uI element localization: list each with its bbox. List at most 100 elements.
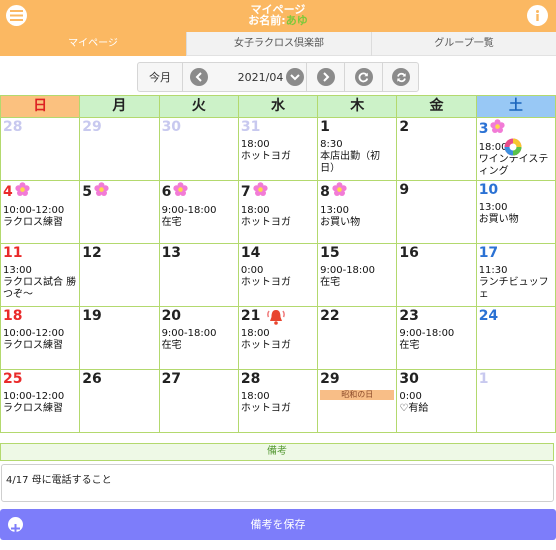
day-number-text: 30: [161, 119, 182, 135]
calendar-day-cell[interactable]: 20 9:00-18:00 在宅: [158, 306, 239, 370]
day-number: 8: [320, 182, 394, 202]
event-title: ホットヨガ: [240, 151, 291, 162]
calendar-day-cell[interactable]: 19: [79, 306, 160, 370]
chevron-down-icon: [286, 68, 304, 86]
calendar-event[interactable]: 8:30 本店出勤（初日）: [320, 139, 394, 175]
day-number-text: 13: [161, 245, 182, 261]
calendar-day-cell[interactable]: 4 10:00-12:00 ラクロス練習: [0, 180, 81, 244]
event-time: 8:30: [320, 139, 343, 150]
calendar-day-cell[interactable]: 18 10:00-12:00 ラクロス練習: [0, 306, 81, 370]
reload-button[interactable]: [382, 63, 419, 91]
calendar-day-cell[interactable]: 9: [396, 180, 477, 244]
prev-month-button[interactable]: [182, 63, 215, 91]
refresh-button[interactable]: [344, 63, 382, 91]
calendar-day-cell[interactable]: 2: [396, 117, 477, 181]
day-number-text: 10: [478, 182, 499, 198]
calendar-event[interactable]: 9:00-18:00 在宅: [320, 265, 394, 289]
calendar-day-cell[interactable]: 25 10:00-12:00 ラクロス練習: [0, 369, 81, 433]
calendar-day-cell[interactable]: 15 9:00-18:00 在宅: [317, 243, 398, 307]
event-title: ラクロス試合 勝つぞ〜: [3, 277, 77, 300]
calendar-day-cell[interactable]: 21 18:00 ホットヨガ: [237, 306, 319, 370]
day-number-text: 31: [240, 119, 261, 135]
month-dropdown-toggle[interactable]: [284, 63, 306, 91]
calendar-day-cell[interactable]: 8 13:00 お買い物: [317, 180, 398, 244]
calendar-event[interactable]: 13:00 お買い物: [479, 202, 553, 226]
event-title: 在宅: [161, 217, 182, 228]
this-month-button[interactable]: 今月: [138, 63, 182, 91]
plus-icon: [8, 517, 23, 533]
calendar-day-cell[interactable]: 16: [396, 243, 477, 307]
day-number: 3: [479, 119, 553, 139]
tab-bar: マイページ 女子ラクロス倶楽部 グループ一覧: [0, 32, 556, 56]
day-number-text: 21: [240, 308, 261, 324]
calendar-day-cell[interactable]: 1 8:30 本店出勤（初日）: [317, 117, 398, 181]
calendar-day-cell[interactable]: 17 11:30 ランチビュッフェ: [475, 243, 556, 307]
calendar-event[interactable]: 18:00 ホットヨガ: [241, 205, 315, 229]
calendar-day-cell[interactable]: 1: [475, 369, 556, 433]
calendar-day-cell[interactable]: 28 18:00 ホットヨガ: [237, 369, 319, 433]
calendar-event[interactable]: 10:00-12:00 ラクロス練習: [3, 391, 77, 415]
event-title: 在宅: [320, 277, 341, 288]
day-number-text: 30: [399, 371, 419, 387]
day-number-text: 16: [399, 245, 419, 261]
calendar-day-cell[interactable]: 31 18:00 ホットヨガ: [237, 117, 319, 181]
day-number-text: 6: [161, 183, 172, 200]
calendar-event[interactable]: 0:00 ♡有給: [399, 391, 473, 415]
day-number: 13: [162, 245, 236, 262]
calendar-event[interactable]: 13:00 ラクロス試合 勝つぞ〜: [3, 265, 77, 301]
calendar-day-cell[interactable]: 30: [158, 117, 239, 181]
calendar-event[interactable]: 13:00 お買い物: [320, 205, 394, 229]
tab-club[interactable]: 女子ラクロス倶楽部: [186, 32, 371, 56]
calendar-day-cell[interactable]: 10 13:00 お買い物: [475, 180, 556, 244]
calendar-event[interactable]: 0:00 ホットヨガ: [241, 265, 315, 289]
calendar-day-cell[interactable]: 30 0:00 ♡有給: [396, 369, 477, 433]
calendar-day-cell[interactable]: 13: [158, 243, 239, 307]
day-number: 12: [82, 245, 156, 262]
weekday-fri: 金: [396, 95, 477, 118]
calendar-event[interactable]: 10:00-12:00 ラクロス練習: [3, 205, 77, 229]
calendar-day-cell[interactable]: 11 13:00 ラクロス試合 勝つぞ〜: [0, 243, 81, 307]
event-title: ホットヨガ: [240, 217, 291, 228]
calendar-event[interactable]: 18:00 ホットヨガ: [241, 139, 315, 163]
calendar-day-cell[interactable]: 12: [79, 243, 160, 307]
event-title: 在宅: [161, 340, 182, 351]
day-number-text: 27: [161, 371, 182, 387]
calendar-event[interactable]: 10:00-12:00 ラクロス練習: [3, 328, 77, 352]
calendar-week-row: 28 29 30 31 18:00 ホットヨガ 1 8:30 本店出勤（初日） 2 3 18:00 ワイ…: [0, 117, 556, 181]
calendar-event[interactable]: 9:00-18:00 在宅: [399, 328, 473, 352]
calendar-day-cell[interactable]: 29: [79, 117, 160, 181]
calendar-day-cell[interactable]: 22: [317, 306, 398, 370]
calendar-day-cell[interactable]: 23 9:00-18:00 在宅: [396, 306, 477, 370]
calendar-day-cell[interactable]: 7 18:00 ホットヨガ: [237, 180, 319, 244]
next-month-button[interactable]: [306, 63, 344, 91]
event-title: ラクロス練習: [3, 340, 63, 351]
save-remarks-button[interactable]: 備考を保存: [0, 509, 556, 540]
day-number: 18: [3, 308, 77, 325]
calendar-day-cell[interactable]: 6 9:00-18:00 在宅: [158, 180, 239, 244]
calendar-event[interactable]: 18:00 ホットヨガ: [241, 328, 315, 352]
calendar-day-cell[interactable]: 5: [79, 180, 160, 244]
info-button[interactable]: [527, 5, 548, 26]
calendar-day-cell[interactable]: 27: [158, 369, 239, 433]
event-time: 18:00: [240, 139, 270, 150]
day-number-text: 4: [3, 183, 13, 200]
calendar-day-cell[interactable]: 24: [475, 306, 556, 370]
calendar-day-cell[interactable]: 29 昭和の日: [317, 369, 398, 433]
calendar-day-cell[interactable]: 28: [0, 117, 81, 181]
calendar-day-cell[interactable]: 3 18:00 ワインテイスティング: [475, 117, 556, 181]
calendar-day-cell[interactable]: 14 0:00 ホットヨガ: [237, 243, 319, 307]
info-icon: [536, 10, 539, 21]
month-label: 2021/04: [237, 70, 284, 84]
calendar-event[interactable]: 9:00-18:00 在宅: [162, 328, 236, 352]
tab-mypage[interactable]: マイページ: [0, 32, 186, 56]
rainbow-icon: [504, 138, 522, 160]
calendar-event[interactable]: 11:30 ランチビュッフェ: [479, 265, 553, 301]
remarks-textarea[interactable]: 4/17 母に電話すること: [1, 464, 554, 502]
calendar-event[interactable]: 18:00 ホットヨガ: [241, 391, 315, 415]
app-root: マイページ お名前:あゆ マイページ 女子ラクロス倶楽部 グループ一覧 今月 2…: [0, 0, 556, 550]
calendar-grid: 日 月 火 水 木 金 土 28 29 30 31 18:00 ホットヨガ 1 8:30 本店出…: [0, 95, 556, 433]
calendar-event[interactable]: 9:00-18:00 在宅: [162, 205, 236, 229]
tab-groups[interactable]: グループ一覧: [371, 32, 556, 56]
flower-icon: [173, 182, 188, 202]
calendar-day-cell[interactable]: 26: [79, 369, 160, 433]
